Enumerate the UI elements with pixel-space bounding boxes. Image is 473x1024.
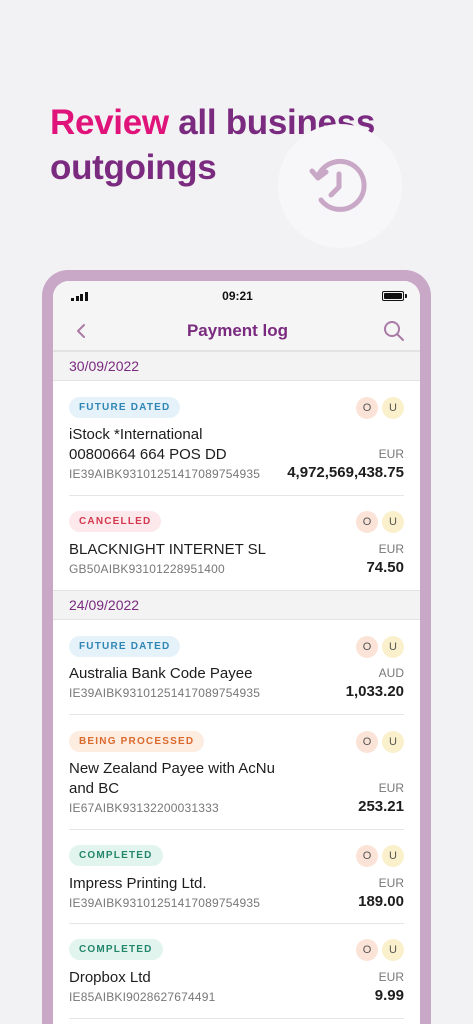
amount: 74.50 xyxy=(366,559,404,576)
status-badge: BEING PROCESSED xyxy=(69,731,205,752)
search-icon xyxy=(384,320,404,341)
chevron-left-icon xyxy=(77,323,85,338)
payee-name: New Zealand Payee with AcNu and BC xyxy=(69,760,275,797)
payee-iban: IE85AIBKI9028627674491 xyxy=(69,990,216,1004)
ou-indicators: O U xyxy=(356,511,404,533)
payee-iban: IE39AIBK93101251417089754935 xyxy=(69,896,261,910)
ou-indicators: O U xyxy=(356,939,404,961)
u-indicator: U xyxy=(382,731,404,753)
date-header: 30/09/2022 xyxy=(53,351,420,381)
history-clock-icon xyxy=(309,158,367,212)
payee-iban: GB50AIBK93101228951400 xyxy=(69,562,225,576)
page-title: Payment log xyxy=(186,320,289,340)
search-button[interactable] xyxy=(382,319,406,343)
payment-item[interactable]: FUTURE DATED O U iStock *International 0… xyxy=(69,381,404,496)
payment-item[interactable]: COMPLETED O U Impress Printing Ltd. IE39… xyxy=(69,830,404,924)
amount: 9.99 xyxy=(374,987,404,1004)
ou-indicators: O U xyxy=(356,845,404,867)
payment-item[interactable]: CANCELLED O U BLACKNIGHT INTERNET SL GB5… xyxy=(69,496,404,590)
headline-accent: Review xyxy=(50,103,169,142)
payee-name: Australia Bank Code Payee xyxy=(69,665,253,682)
amount: 253.21 xyxy=(358,798,404,815)
status-badge: FUTURE DATED xyxy=(69,397,181,418)
u-indicator: U xyxy=(382,397,404,419)
back-button[interactable] xyxy=(69,319,93,343)
o-indicator: O xyxy=(356,397,378,419)
o-indicator: O xyxy=(356,511,378,533)
status-badge: CANCELLED xyxy=(69,511,162,532)
ou-indicators: O U xyxy=(356,636,404,658)
payee-iban: IE67AIBK93132200031333 xyxy=(69,801,219,815)
o-indicator: O xyxy=(356,636,378,658)
date-header: 24/09/2022 xyxy=(53,590,420,620)
payment-item[interactable]: BEING PROCESSED O U New Zealand Payee wi… xyxy=(69,715,404,830)
u-indicator: U xyxy=(382,636,404,658)
phone-frame: 09:21 Payment log 30/09/2022 FUTURE DATE… xyxy=(42,270,431,1024)
payment-item[interactable]: FUTURE DATED O U Australia Bank Code Pay… xyxy=(69,620,404,715)
currency: EUR xyxy=(378,876,404,890)
status-time: 09:21 xyxy=(222,289,253,303)
u-indicator: U xyxy=(382,939,404,961)
payment-item[interactable]: COMPLETED O U Dropbox Ltd IE85AIBKI90286… xyxy=(69,924,404,1019)
o-indicator: O xyxy=(356,731,378,753)
nav-bar: Payment log xyxy=(53,311,420,351)
hero-icon-circle xyxy=(278,124,402,248)
status-badge: COMPLETED xyxy=(69,845,163,866)
payee-name: BLACKNIGHT INTERNET SL xyxy=(69,541,266,558)
signal-icon xyxy=(71,291,111,301)
currency: AUD xyxy=(378,666,404,680)
ou-indicators: O U xyxy=(356,731,404,753)
payee-iban: IE39AIBK93101251417089754935 xyxy=(69,686,261,700)
currency: EUR xyxy=(378,447,404,461)
currency: EUR xyxy=(378,781,404,795)
status-badge: FUTURE DATED xyxy=(69,636,181,657)
amount: 4,972,569,438.75 xyxy=(287,464,404,481)
amount: 1,033.20 xyxy=(345,683,404,700)
payee-name: Dropbox Ltd xyxy=(69,969,151,986)
u-indicator: U xyxy=(382,845,404,867)
amount: 189.00 xyxy=(358,893,404,910)
payee-name: Impress Printing Ltd. xyxy=(69,875,207,892)
payee-iban: IE39AIBK93101251417089754935 xyxy=(69,467,261,481)
payee-name: iStock *International 00800664 664 POS D… xyxy=(69,426,227,463)
ou-indicators: O U xyxy=(356,397,404,419)
o-indicator: O xyxy=(356,939,378,961)
currency: EUR xyxy=(378,542,404,556)
status-bar: 09:21 xyxy=(53,281,420,311)
u-indicator: U xyxy=(382,511,404,533)
status-badge: COMPLETED xyxy=(69,939,163,960)
currency: EUR xyxy=(378,970,404,984)
battery-icon xyxy=(364,291,407,301)
phone-screen: 09:21 Payment log 30/09/2022 FUTURE DATE… xyxy=(53,281,420,1024)
o-indicator: O xyxy=(356,845,378,867)
